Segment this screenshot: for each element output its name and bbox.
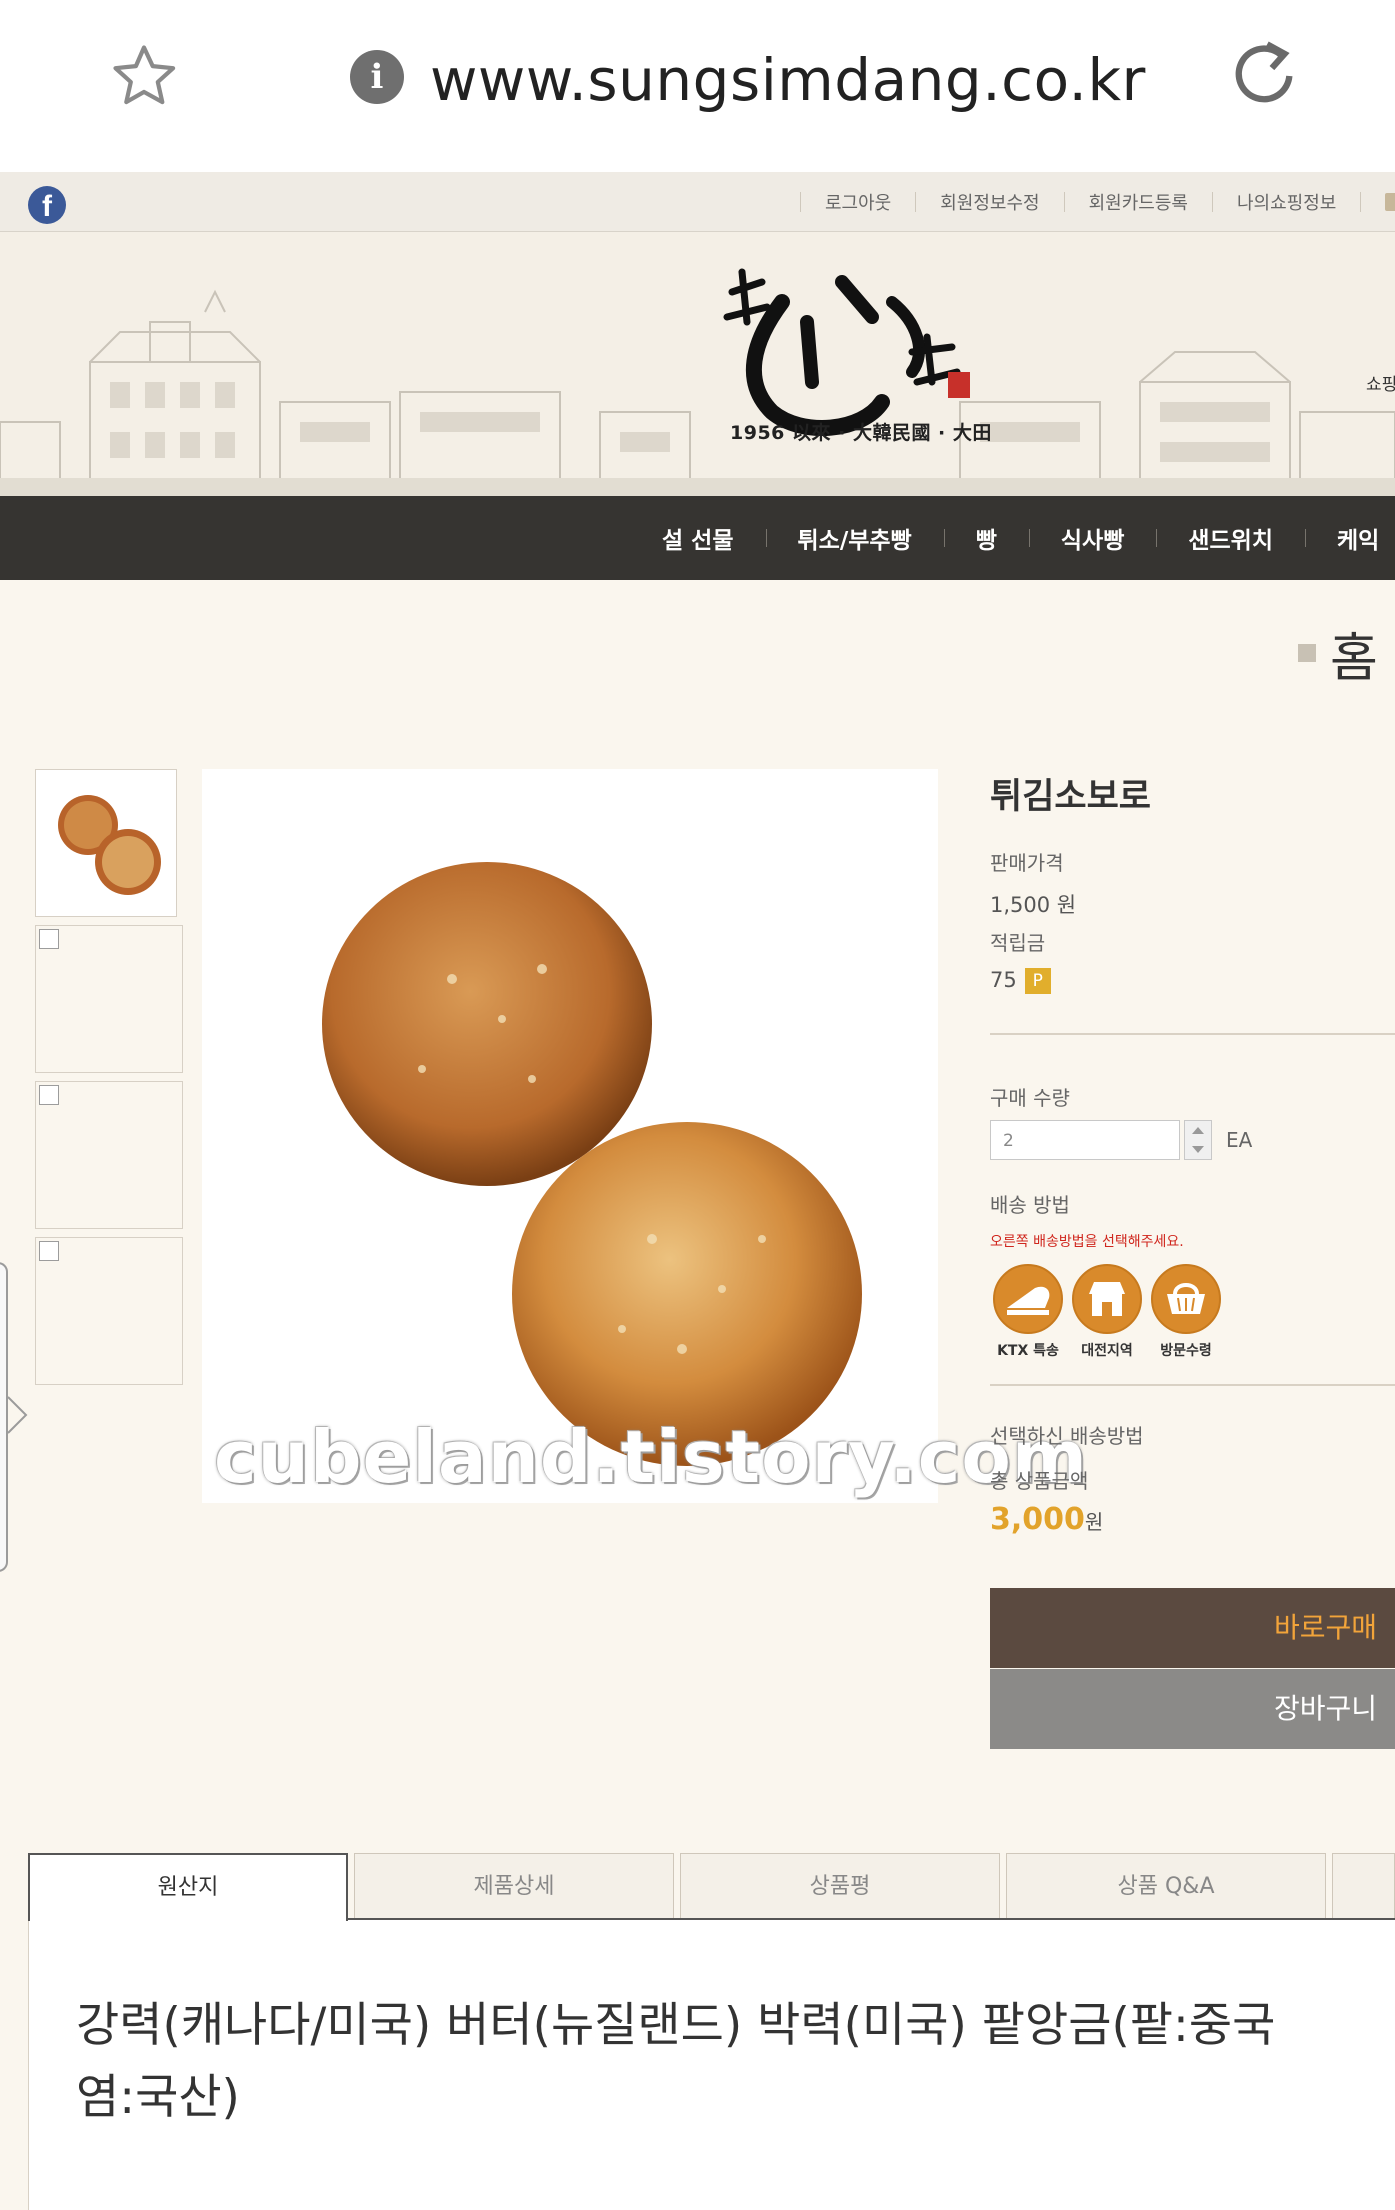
selected-delivery-label: 선택하신 배송방법	[990, 1424, 1144, 1448]
tab-more[interactable]	[1332, 1853, 1395, 1919]
delivery-caption-daejeon: 대전지역	[1081, 1343, 1133, 1359]
nav-item-sandwich[interactable]: 샌드위치	[1156, 521, 1305, 555]
total-value: 3,000	[990, 1502, 1085, 1537]
stepper-down-icon[interactable]	[1192, 1146, 1204, 1153]
stepper-up-icon[interactable]	[1192, 1127, 1204, 1134]
thumbnail-1[interactable]	[35, 769, 177, 917]
bookmark-star-icon[interactable]	[108, 40, 180, 112]
quantity-input[interactable]: 2	[990, 1120, 1180, 1160]
delivery-option-pickup[interactable]: 방문수령	[1151, 1264, 1221, 1360]
add-to-cart-button[interactable]: 장바구니	[990, 1669, 1395, 1749]
delivery-label: 배송 방법	[990, 1193, 1070, 1217]
tab-origin[interactable]: 원산지	[28, 1853, 348, 1921]
main-nav: 설 선물 튀소/부추빵 빵 식사빵 샌드위치 케익	[0, 496, 1395, 580]
store-icon	[1089, 1282, 1125, 1316]
qty-label: 구매 수량	[990, 1086, 1070, 1110]
nav-item-twiso[interactable]: 튀소/부추빵	[765, 521, 944, 555]
breadcrumb-home[interactable]: 홈	[1330, 616, 1378, 691]
price-label: 판매가격	[990, 851, 1064, 875]
divider	[990, 1384, 1395, 1386]
total-unit: 원	[1084, 1510, 1104, 1534]
nav-item-meal-bread[interactable]: 식사빵	[1028, 521, 1156, 555]
basket-icon	[1167, 1283, 1205, 1314]
thumbnail-2[interactable]	[35, 925, 183, 1073]
qty-unit: EA	[1226, 1128, 1253, 1152]
delivery-option-ktx[interactable]: KTX 특송	[993, 1264, 1063, 1360]
quantity-stepper[interactable]	[1184, 1120, 1212, 1160]
chevron-right-icon[interactable]	[6, 1395, 30, 1435]
image-watermark: cubeland.tistory.com	[214, 1415, 1088, 1499]
points-badge: P	[1024, 968, 1051, 994]
product-name: 튀김소보로	[990, 777, 1152, 817]
delivery-note: 오른쪽 배송방법을 선택해주세요.	[990, 1234, 1184, 1250]
price-value: 1,500 원	[990, 893, 1077, 917]
points-label: 적립금	[990, 931, 1046, 955]
home-icon[interactable]	[1298, 644, 1316, 662]
delivery-caption-ktx: KTX 특송	[997, 1343, 1059, 1359]
edit-member-link[interactable]: 회원정보수정	[940, 189, 1039, 215]
points-value: 75	[990, 968, 1017, 992]
shopping-bag-icon[interactable]	[1385, 193, 1395, 211]
delivery-caption-pickup: 방문수령	[1160, 1343, 1212, 1359]
total-price: 3,000원	[990, 1502, 1103, 1537]
utility-bar: f 로그아웃 회원정보수정 회원카드등록 나의쇼핑정보	[0, 172, 1395, 232]
nav-item-seol-gift[interactable]: 설 선물	[630, 521, 766, 555]
thumbnail-3[interactable]	[35, 1081, 183, 1229]
main-product-image	[202, 769, 938, 1503]
divider	[990, 1033, 1395, 1035]
product-thumbnail-image	[36, 770, 176, 916]
broken-image-icon	[39, 929, 59, 949]
train-icon	[1007, 1286, 1050, 1315]
broken-image-icon	[39, 1241, 59, 1261]
nav-item-bread[interactable]: 빵	[943, 521, 1029, 555]
broken-image-icon	[39, 1085, 59, 1105]
street-illustration	[0, 289, 1395, 496]
site-info-icon[interactable]: i	[350, 50, 404, 104]
site-header: 1956 以來 · 大韓民國 · 大田 쇼핑	[0, 232, 1395, 496]
reload-icon[interactable]	[1226, 38, 1302, 114]
total-label: 총 상품금액	[990, 1469, 1089, 1493]
tab-product-detail[interactable]: 제품상세	[354, 1853, 674, 1919]
delivery-option-daejeon[interactable]: 대전지역	[1072, 1264, 1142, 1360]
thumbnail-4[interactable]	[35, 1237, 183, 1385]
origin-line-2: 염:국산)	[76, 2070, 240, 2125]
browser-address-bar: i www.sungsimdang.co.kr	[0, 0, 1395, 173]
origin-line-1: 강력(캐나다/미국) 버터(뉴질랜드) 박력(미국) 팥앙금(팥:중국	[76, 1998, 1276, 2053]
buy-now-button[interactable]: 바로구매	[990, 1588, 1395, 1668]
tab-qna[interactable]: 상품 Q&A	[1006, 1853, 1326, 1919]
logo-tagline: 1956 以來 · 大韓民國 · 大田	[730, 422, 992, 444]
points-row: 75 P	[990, 968, 1051, 994]
utility-links: 로그아웃 회원정보수정 회원카드등록 나의쇼핑정보	[776, 189, 1395, 215]
url-text[interactable]: www.sungsimdang.co.kr	[430, 46, 1146, 114]
nav-item-cake[interactable]: 케익	[1305, 521, 1395, 555]
my-shopping-link[interactable]: 나의쇼핑정보	[1237, 189, 1336, 215]
origin-text: 강력(캐나다/미국) 버터(뉴질랜드) 박력(미국) 팥앙금(팥:중국 염:국산…	[76, 1990, 1395, 2134]
logout-link[interactable]: 로그아웃	[825, 189, 891, 215]
member-card-link[interactable]: 회원카드등록	[1089, 189, 1188, 215]
shop-edge-text: 쇼핑	[1366, 375, 1395, 395]
tab-reviews[interactable]: 상품평	[680, 1853, 1000, 1919]
facebook-icon[interactable]: f	[28, 186, 66, 224]
